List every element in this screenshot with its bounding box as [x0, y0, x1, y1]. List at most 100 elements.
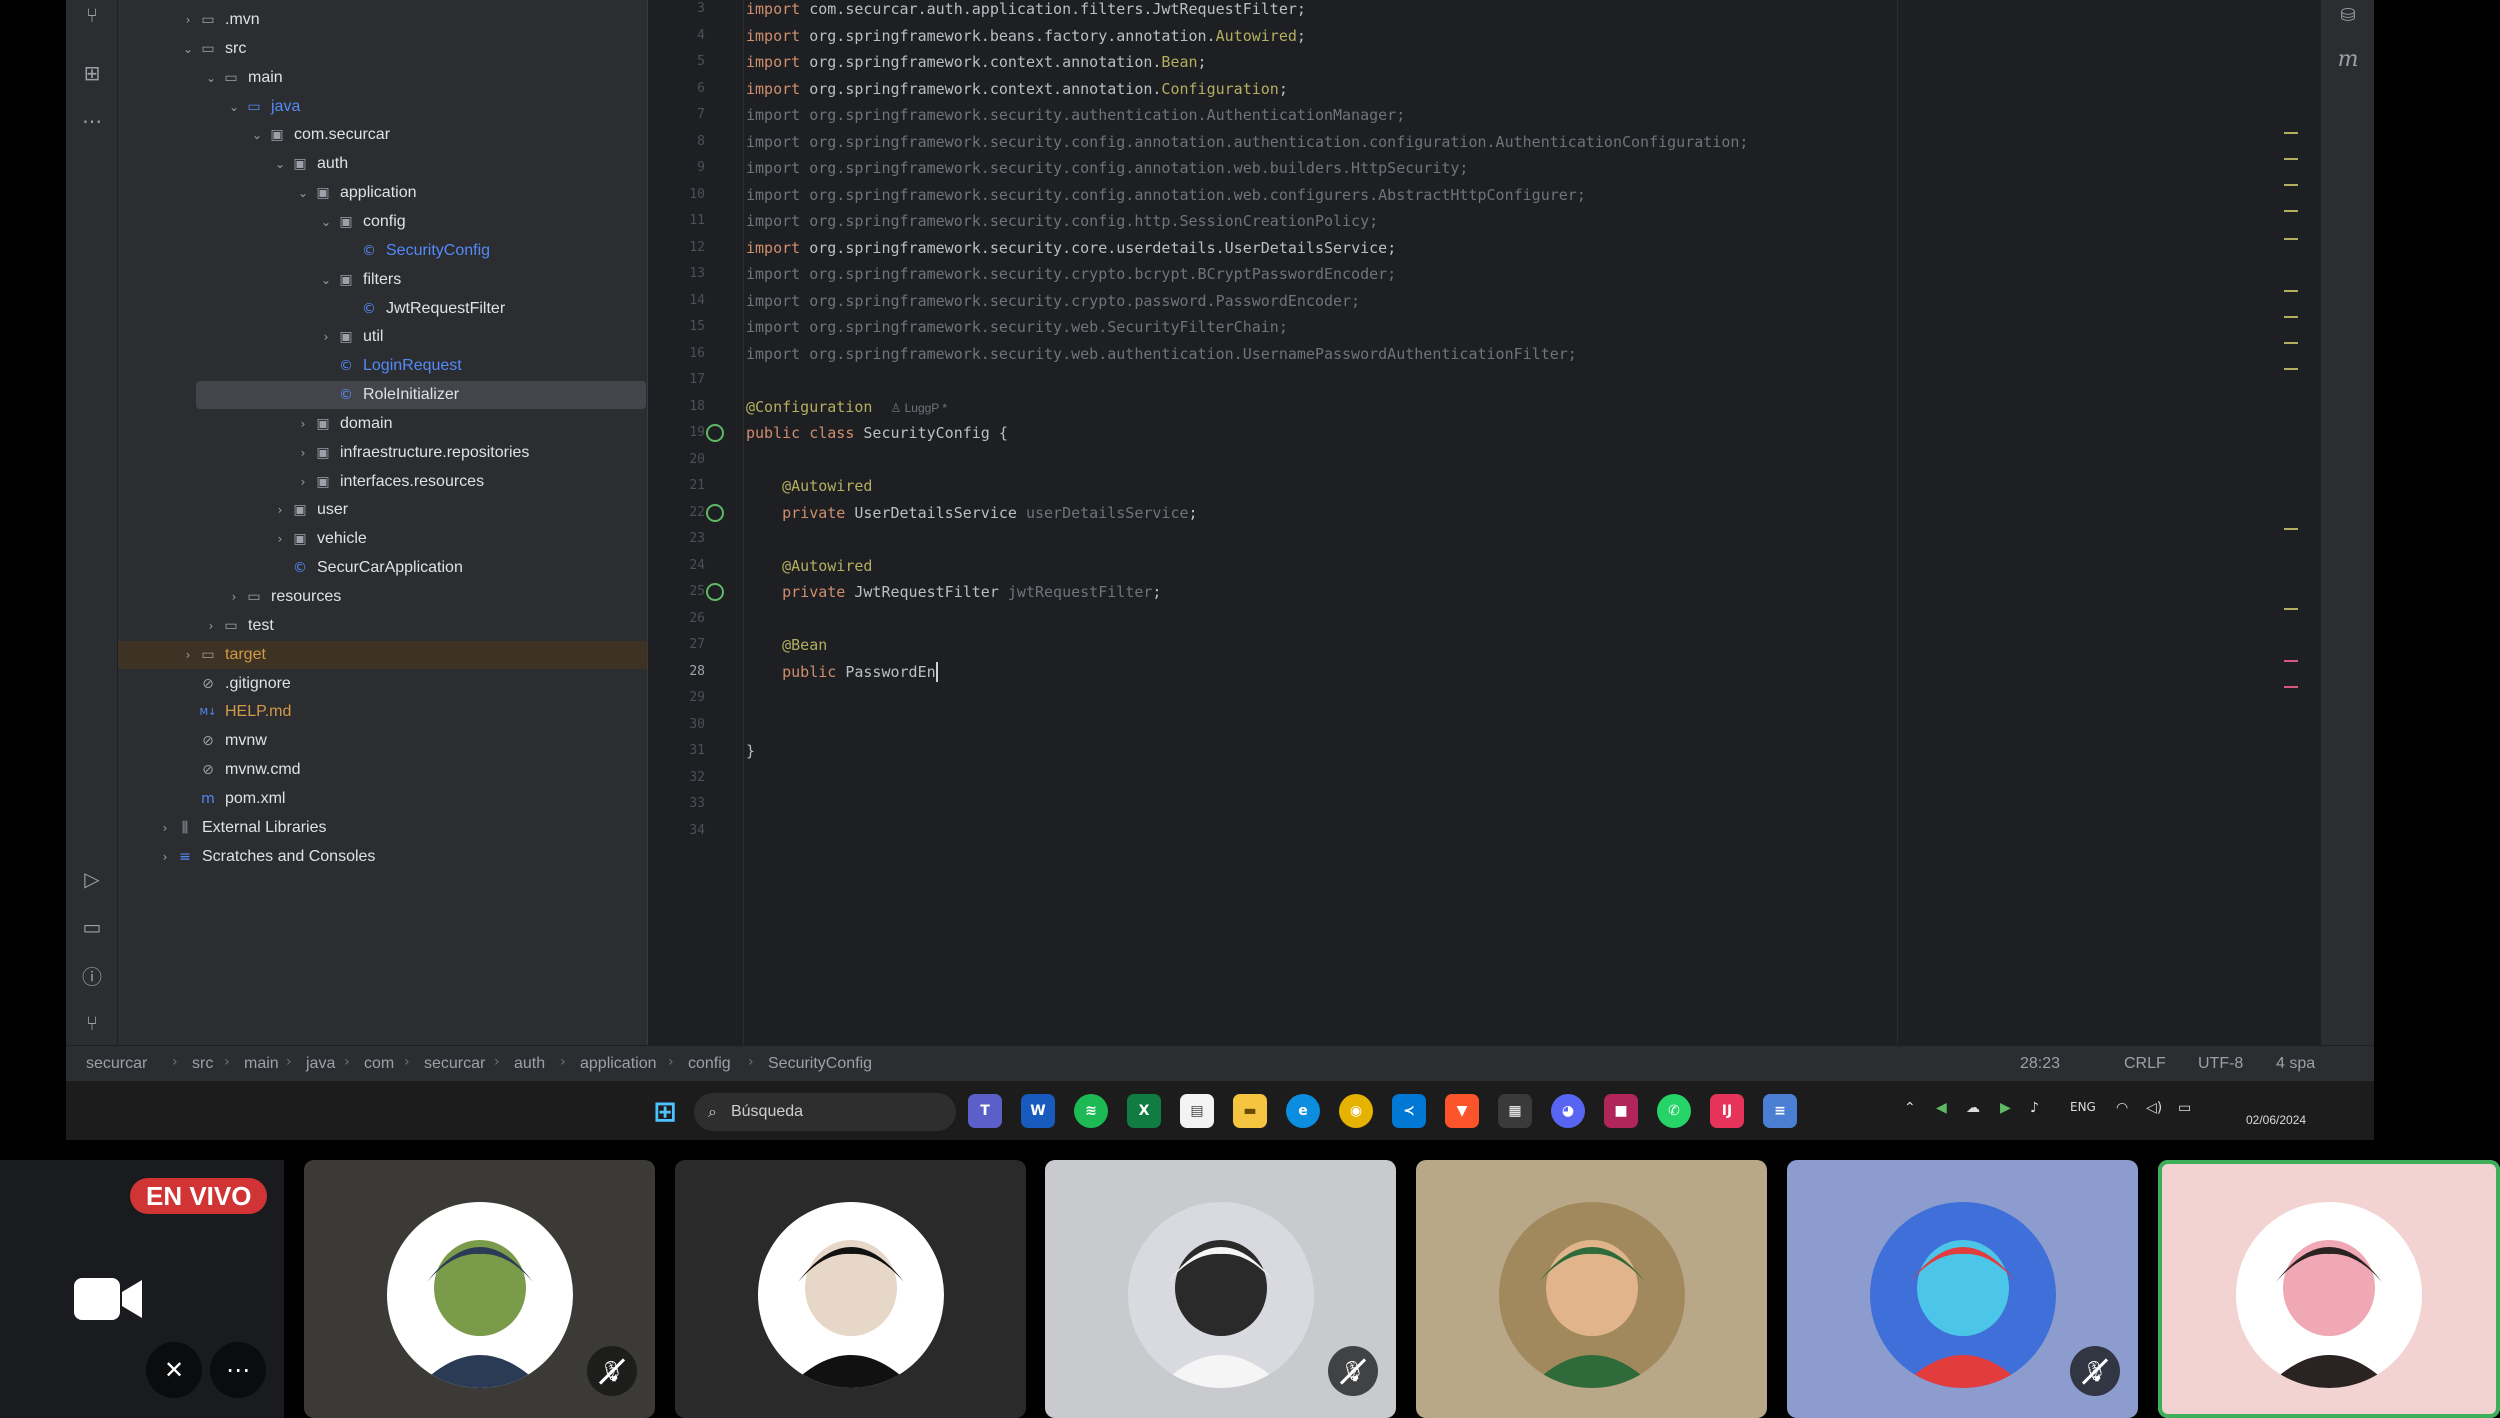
tray-chevron-icon[interactable]: ⌃	[1904, 1100, 1916, 1116]
database-icon[interactable]: ⛁	[2333, 0, 2363, 30]
breadcrumb-item[interactable]: config	[688, 1055, 731, 1073]
participant-tile[interactable]	[675, 1160, 1026, 1418]
participant-tile[interactable]: 🎙	[1787, 1160, 2138, 1418]
code-editor[interactable]: 3 4 5 6 7 8 9 10 11 12 13 14 15 16 17 18 19 20 21 22 23 24 25 2…	[648, 0, 2320, 1045]
chevron-right-icon[interactable]: ›	[271, 503, 289, 517]
vcs-icon[interactable]: ⑂	[77, 1008, 107, 1038]
tree-item[interactable]: › ▭ .mvn	[118, 6, 647, 34]
code-line[interactable]: import org.springframework.security.conf…	[746, 182, 1586, 208]
chevron-right-icon[interactable]: ›	[156, 821, 174, 835]
tree-item[interactable]: ⌄ ▣ application	[118, 179, 647, 207]
tree-item[interactable]: › ▣ vehicle	[118, 525, 647, 553]
code-line[interactable]: import org.springframework.security.web.…	[746, 341, 1577, 367]
chevron-down-icon[interactable]: ⌄	[248, 128, 266, 142]
code-line[interactable]: @Autowired	[746, 473, 872, 499]
tray-date[interactable]: 02/06/2024	[2246, 1113, 2306, 1127]
code-line[interactable]: public PasswordEn	[746, 659, 938, 685]
chevron-right-icon[interactable]: ›	[156, 850, 174, 864]
word-icon[interactable]: W	[1021, 1094, 1055, 1128]
pycharm-icon[interactable]: ■	[1604, 1094, 1638, 1128]
chevron-right-icon[interactable]: ›	[294, 446, 312, 460]
live-stream-tile[interactable]: EN VIVO ✕ ⋯	[0, 1160, 284, 1418]
chevron-right-icon[interactable]: ›	[179, 648, 197, 662]
participant-tile[interactable]: 🎙	[1045, 1160, 1396, 1418]
tray-mic-icon[interactable]: ♪	[2030, 1100, 2039, 1116]
chevron-down-icon[interactable]: ⌄	[317, 273, 335, 287]
tree-item[interactable]: › ▣ infraestructure.repositories	[118, 439, 647, 467]
code-line[interactable]: @Bean	[746, 632, 827, 658]
volume-icon[interactable]: ◁)	[2146, 1100, 2162, 1116]
tree-item[interactable]: › ▭ resources	[118, 583, 647, 611]
spotify-icon[interactable]: ≋	[1074, 1094, 1108, 1128]
chevron-right-icon[interactable]: ›	[317, 330, 335, 344]
breadcrumb-item[interactable]: SecurityConfig	[768, 1055, 872, 1073]
chevron-right-icon[interactable]: ›	[202, 619, 220, 633]
notes-icon[interactable]: ≡	[1763, 1094, 1797, 1128]
whatsapp-icon[interactable]: ✆	[1657, 1094, 1691, 1128]
status-position[interactable]: 28:23	[2020, 1055, 2060, 1073]
code-line[interactable]: import org.springframework.security.auth…	[746, 102, 1405, 128]
tray-play-icon[interactable]: ▶	[2000, 1100, 2011, 1116]
tree-item[interactable]: ⌄ ▭ src	[118, 35, 647, 63]
code-line[interactable]: import org.springframework.beans.factory…	[746, 23, 1306, 49]
store-icon[interactable]: ▤	[1180, 1094, 1214, 1128]
tree-item[interactable]: ⌄ ▭ java	[118, 93, 647, 121]
more-options-icon[interactable]: ⋯	[210, 1342, 266, 1398]
problems-icon[interactable]: ⓘ	[77, 960, 107, 990]
code-line[interactable]: import org.springframework.security.cryp…	[746, 261, 1396, 287]
code-line[interactable]: private UserDetailsService userDetailsSe…	[746, 500, 1197, 526]
code-line[interactable]: import org.springframework.context.annot…	[746, 49, 1207, 75]
breadcrumb-item[interactable]: securcar	[86, 1055, 147, 1073]
tree-item[interactable]: › ▣ domain	[118, 410, 647, 438]
tree-item[interactable]: © RoleInitializer	[196, 381, 646, 410]
code-line[interactable]: import org.springframework.security.conf…	[746, 208, 1378, 234]
bean-gutter-icon[interactable]	[706, 424, 724, 442]
breadcrumb-item[interactable]: auth	[514, 1055, 545, 1073]
tree-item[interactable]: M↓ HELP.md	[118, 698, 647, 726]
chevron-down-icon[interactable]: ⌄	[294, 186, 312, 200]
tree-item[interactable]: © LoginRequest	[118, 352, 647, 380]
structure-icon[interactable]: ⊞	[77, 58, 107, 88]
code-line[interactable]: }	[746, 738, 755, 764]
excel-icon[interactable]: X	[1127, 1094, 1161, 1128]
wifi-icon[interactable]: ◠	[2116, 1100, 2128, 1116]
chevron-right-icon[interactable]: ›	[294, 417, 312, 431]
tree-item[interactable]: › ▣ user	[118, 496, 647, 524]
windows-start-icon[interactable]: ⊞	[648, 1094, 682, 1128]
git-icon[interactable]: ⑂	[77, 0, 107, 30]
chevron-right-icon[interactable]: ›	[271, 532, 289, 546]
chrome-icon[interactable]: ◉	[1339, 1094, 1373, 1128]
code-line[interactable]: private JwtRequestFilter jwtRequestFilte…	[746, 579, 1161, 605]
breadcrumb-item[interactable]: application	[580, 1055, 657, 1073]
calendar-icon[interactable]: ▦	[1498, 1094, 1532, 1128]
tree-item[interactable]: › ⫼ External Libraries	[118, 814, 647, 842]
tree-item[interactable]: › ▣ util	[118, 323, 647, 351]
bean-gutter-icon[interactable]	[706, 503, 724, 522]
teams-icon[interactable]: T	[968, 1094, 1002, 1128]
chevron-right-icon[interactable]: ›	[294, 475, 312, 489]
tray-app-icon[interactable]: ◀	[1936, 1100, 1947, 1116]
brave-icon[interactable]: ▼	[1445, 1094, 1479, 1128]
breadcrumb-item[interactable]: com	[364, 1055, 394, 1073]
code-line[interactable]: @Configuration ♙ LuggP *	[746, 394, 947, 420]
tray-language[interactable]: ENG	[2070, 1100, 2096, 1114]
chevron-down-icon[interactable]: ⌄	[202, 71, 220, 85]
taskbar-search[interactable]: ⌕ Búsqueda	[694, 1093, 956, 1131]
tree-item[interactable]: ⊘ mvnw	[118, 727, 647, 755]
participant-tile[interactable]	[2158, 1160, 2500, 1418]
tree-item[interactable]: › ▣ interfaces.resources	[118, 468, 647, 496]
more-icon[interactable]: ⋯	[77, 106, 107, 136]
chevron-down-icon[interactable]: ⌄	[225, 100, 243, 114]
code-line[interactable]: import org.springframework.security.cryp…	[746, 288, 1360, 314]
breadcrumb-item[interactable]: securcar	[424, 1055, 485, 1073]
discord-icon[interactable]: ◕	[1551, 1094, 1585, 1128]
speaker-mute-icon[interactable]: ✕	[146, 1342, 202, 1398]
chevron-right-icon[interactable]: ›	[225, 590, 243, 604]
code-line[interactable]: import org.springframework.context.annot…	[746, 76, 1288, 102]
status-encoding[interactable]: UTF-8	[2198, 1055, 2243, 1073]
code-line[interactable]: import org.springframework.security.core…	[746, 235, 1396, 261]
tree-item[interactable]: ⌄ ▣ config	[118, 208, 647, 236]
code-line[interactable]: @Autowired	[746, 553, 872, 579]
code-line[interactable]: import com.securcar.auth.application.fil…	[746, 0, 1306, 22]
tree-item[interactable]: ⌄ ▣ com.securcar	[118, 121, 647, 149]
